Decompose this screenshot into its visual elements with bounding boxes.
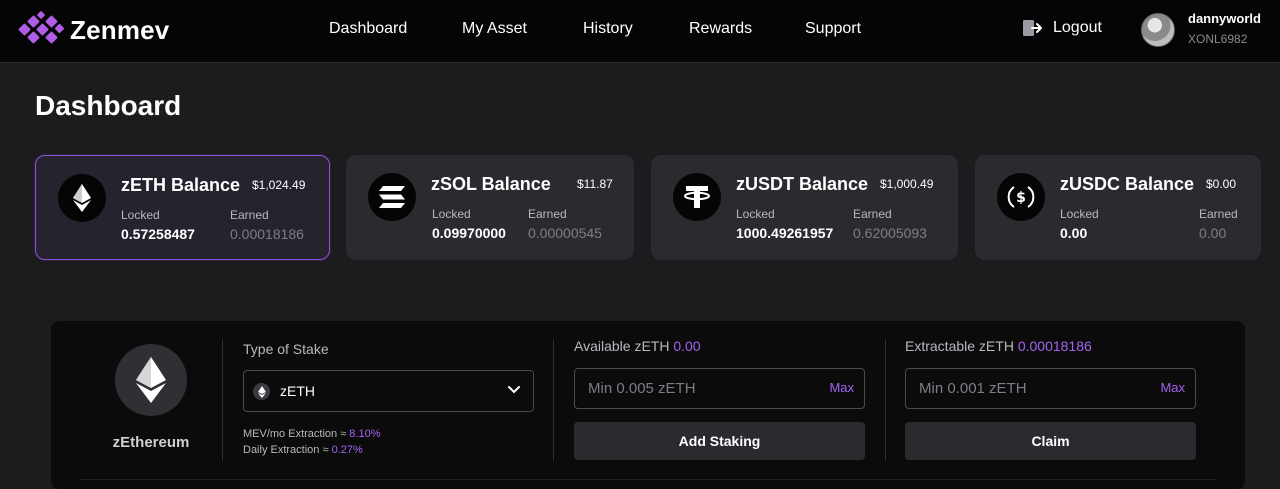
mev-value: 8.10% — [349, 428, 381, 440]
add-staking-button[interactable]: Add Staking — [574, 422, 865, 460]
brand-logo[interactable]: Zenmev — [16, 10, 170, 48]
card-zsol-balance[interactable]: zSOL Balance $11.87 Locked 0.09970000 Ea… — [346, 155, 634, 260]
locked-label: Locked — [121, 208, 160, 222]
earned-value: 0.00 — [1199, 225, 1227, 241]
divider — [885, 339, 886, 461]
earned-value: 0.62005093 — [853, 225, 927, 241]
card-usd-value: $0.00 — [1206, 177, 1237, 191]
logo-mark-icon — [16, 10, 66, 48]
coin-name: zEthereum — [112, 434, 190, 451]
card-title: zETH Balance — [121, 175, 241, 195]
ethereum-icon — [253, 383, 270, 400]
solana-icon — [368, 173, 416, 221]
daily-label: Daily Extraction ≈ — [243, 444, 329, 456]
earned-label: Earned — [853, 207, 892, 221]
extractable-value: 0.00018186 — [1017, 338, 1092, 354]
avatar[interactable] — [1141, 13, 1175, 47]
nav-my-asset[interactable]: My Asset — [462, 20, 527, 38]
mev-label: MEV/mo Extraction ≈ — [243, 428, 347, 440]
available-label: Available zETH — [574, 338, 670, 354]
logout-icon — [1023, 20, 1042, 36]
card-title: zUSDT Balance — [736, 174, 869, 194]
card-usd-value: $11.87 — [577, 177, 613, 191]
user-id: XONL6982 — [1188, 32, 1248, 46]
stake-type-select[interactable]: zETH — [243, 370, 534, 412]
stake-amount-input[interactable] — [575, 369, 815, 408]
stake-type-value: zETH — [280, 383, 315, 399]
nav-history[interactable]: History — [583, 20, 633, 38]
extractable-label: Extractable zETH — [905, 338, 1014, 354]
locked-value: 1000.49261957 — [736, 225, 834, 241]
locked-value: 0.09970000 — [432, 225, 506, 241]
card-title: zSOL Balance — [431, 174, 551, 194]
earned-value: 0.00018186 — [230, 226, 304, 242]
locked-value: 0.57258487 — [121, 226, 195, 242]
earned-value: 0.00000545 — [528, 225, 602, 241]
earned-label: Earned — [230, 208, 269, 222]
locked-label: Locked — [1060, 207, 1099, 221]
tether-icon — [673, 173, 721, 221]
earned-label: Earned — [528, 207, 567, 221]
claim-max-button[interactable]: Max — [1160, 380, 1185, 395]
claim-amount-input[interactable] — [906, 369, 1146, 408]
username: dannyworld — [1188, 11, 1261, 26]
available-line: Available zETH 0.00 — [574, 338, 701, 354]
earned-label: Earned — [1199, 207, 1238, 221]
locked-label: Locked — [736, 207, 775, 221]
logout-label: Logout — [1053, 19, 1102, 36]
nav-dashboard[interactable]: Dashboard — [329, 20, 407, 38]
available-value: 0.00 — [673, 338, 701, 354]
divider — [81, 479, 1215, 480]
card-zusdc-balance[interactable]: $ zUSDC Balance $0.00 Locked 0.00 Earned… — [975, 155, 1261, 260]
extractable-line: Extractable zETH 0.00018186 — [905, 338, 1092, 354]
stake-max-button[interactable]: Max — [829, 380, 854, 395]
stake-type-label: Type of Stake — [243, 341, 329, 357]
nav-rewards[interactable]: Rewards — [689, 20, 752, 38]
nav-support[interactable]: Support — [805, 20, 861, 38]
stake-amount-field: Max — [574, 368, 865, 409]
page-title: Dashboard — [35, 90, 182, 121]
locked-value: 0.00 — [1060, 225, 1088, 241]
divider — [222, 339, 223, 461]
card-usd-value: $1,000.49 — [880, 177, 934, 191]
ethereum-icon — [115, 344, 187, 416]
mev-extraction-line: MEV/mo Extraction ≈ 8.10% — [243, 428, 381, 440]
card-usd-value: $1,024.49 — [252, 178, 306, 192]
logout-button[interactable]: Logout — [1022, 19, 1102, 37]
top-navbar: Zenmev Dashboard My Asset History Reward… — [0, 0, 1280, 63]
daily-value: 0.27% — [331, 444, 363, 456]
daily-extraction-line: Daily Extraction ≈ 0.27% — [243, 444, 363, 456]
card-zusdt-balance[interactable]: zUSDT Balance $1,000.49 Locked 1000.4926… — [651, 155, 958, 260]
svg-text:$: $ — [1016, 190, 1026, 206]
card-zeth-balance[interactable]: zETH Balance $1,024.49 Locked 0.57258487… — [35, 155, 330, 260]
brand-name: Zenmev — [70, 14, 170, 45]
ethereum-icon — [58, 174, 106, 222]
claim-button[interactable]: Claim — [905, 422, 1196, 460]
locked-label: Locked — [432, 207, 471, 221]
card-title: zUSDC Balance — [1060, 174, 1195, 194]
stake-panel: zEthereum Type of Stake zETH MEV/mo Extr… — [51, 321, 1245, 489]
claim-amount-field: Max — [905, 368, 1196, 409]
chevron-down-icon — [508, 386, 520, 394]
usdc-icon: $ — [997, 173, 1045, 221]
divider — [553, 339, 554, 461]
